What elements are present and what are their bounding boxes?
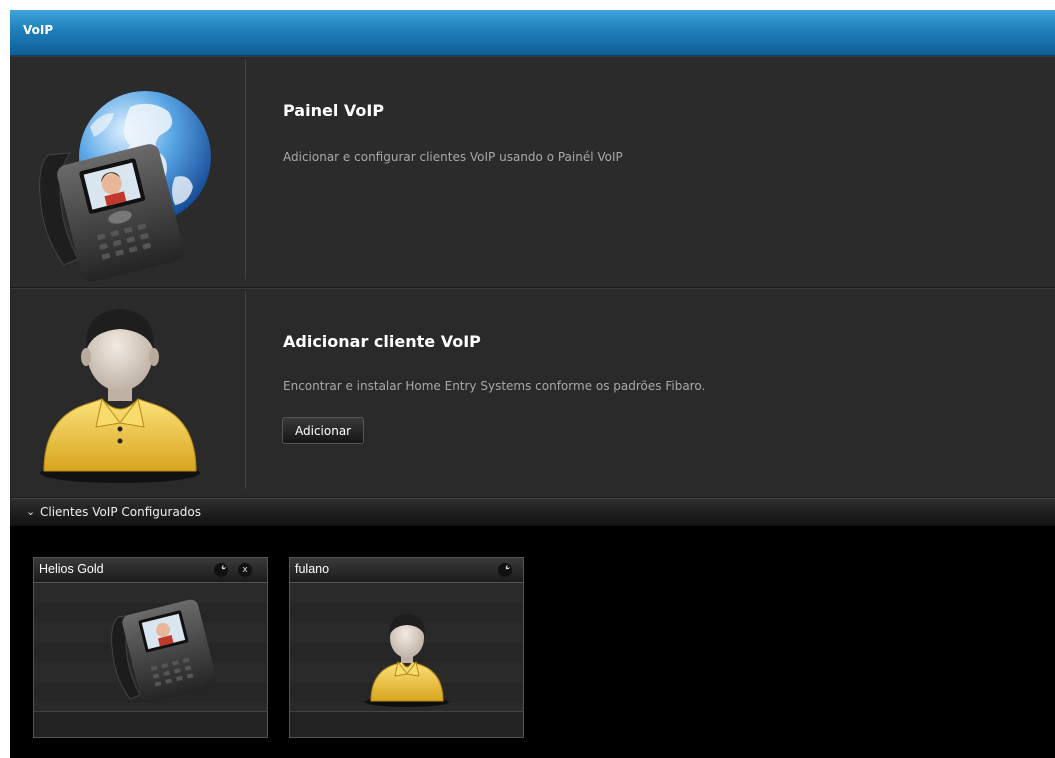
panel-title: Adicionar cliente VoIP [283, 332, 481, 351]
add-client-section: Adicionar cliente VoIP Encontrar e insta… [10, 288, 1055, 498]
client-card-helios-gold[interactable]: Helios Gold x [33, 557, 268, 738]
close-icon[interactable]: x [238, 563, 252, 577]
card-header: Helios Gold x [34, 558, 267, 583]
panel-title: Painel VoIP [283, 101, 385, 120]
panel-description: Encontrar e instalar Home Entry Systems … [283, 379, 706, 393]
window-title: VoIP [23, 23, 54, 37]
card-footer [290, 712, 523, 737]
video-phone-icon [34, 583, 267, 712]
globe-phone-icon [10, 57, 245, 287]
card-header: fulano [290, 558, 523, 583]
panel-description: Adicionar e configurar clientes VoIP usa… [283, 150, 623, 164]
panel-divider [245, 291, 246, 489]
card-footer [34, 712, 267, 737]
client-name: Helios Gold [39, 562, 104, 576]
client-name: fulano [295, 562, 330, 576]
client-card-fulano[interactable]: fulano [289, 557, 524, 738]
voip-window: VoIP Painel VoIP Adicionar e configurar … [10, 10, 1055, 758]
voip-panel-section: Painel VoIP Adicionar e configurar clien… [10, 56, 1055, 288]
add-client-button[interactable]: Adicionar [282, 417, 365, 444]
section-label: Clientes VoIP Configurados [40, 505, 202, 519]
chevron-down-icon[interactable]: ⌄ [26, 505, 35, 518]
title-bar: VoIP [10, 10, 1055, 56]
user-avatar-icon [10, 289, 245, 497]
wrench-icon[interactable] [498, 563, 512, 577]
wrench-icon[interactable] [214, 563, 228, 577]
panel-divider [245, 59, 246, 279]
user-avatar-icon [290, 583, 523, 712]
clients-section-header[interactable]: ⌄ Clientes VoIP Configurados [10, 498, 1055, 526]
